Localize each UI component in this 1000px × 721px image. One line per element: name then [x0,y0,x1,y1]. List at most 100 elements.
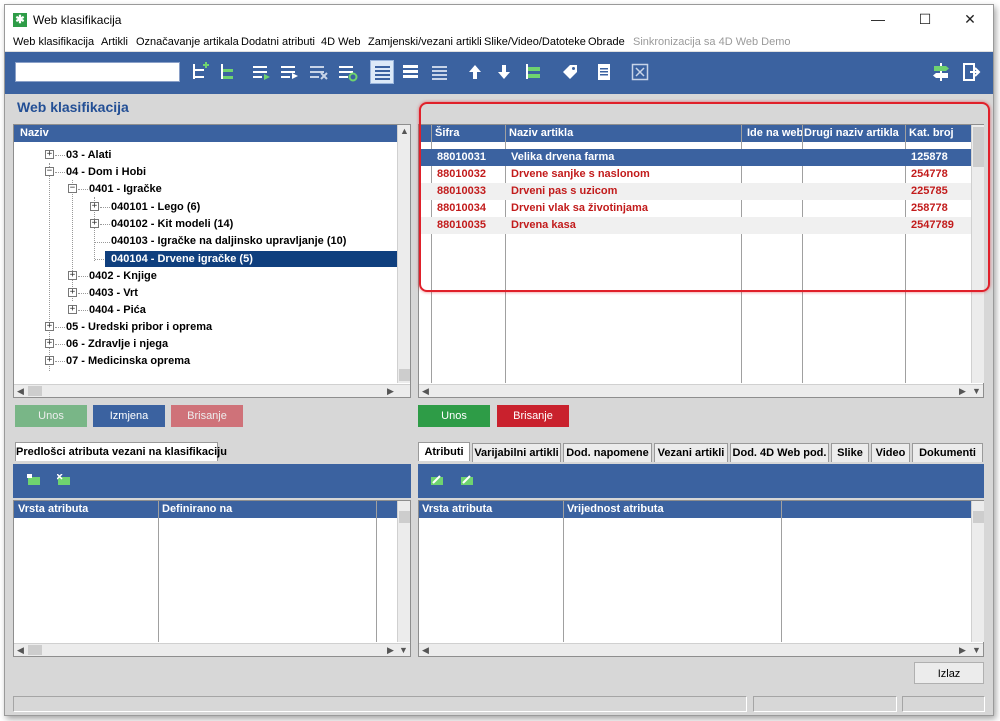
tab-varijabilni-artikli[interactable]: Varijabilni artikli [472,443,561,462]
document-icon[interactable] [592,60,616,84]
expand-toggle[interactable]: + [90,219,99,228]
scroll-right-icon[interactable]: ▶ [956,385,969,398]
scroll-left-icon[interactable]: ◀ [419,644,432,657]
tab-predlosci-atributa[interactable]: Predlošci atributa vezani na klasifikaci… [15,442,227,461]
edit-attribute-icon[interactable] [430,474,444,486]
tree-node[interactable]: 0404 - Pića [89,302,146,318]
tree-node[interactable]: 07 - Medicinska oprema [66,353,190,369]
column-header-vrsta-atributa[interactable]: Vrsta atributa [18,501,88,518]
menu-oznacavanje-artikala[interactable]: Označavanje artikala [136,36,239,48]
menu-dodatni-atributi[interactable]: Dodatni atributi [241,36,315,48]
move-all-right-icon[interactable] [278,60,302,84]
menu-obrade[interactable]: Obrade [588,36,625,48]
collapse-toggle[interactable]: − [68,184,77,193]
scroll-thumb[interactable] [399,511,410,523]
tree-horizontal-scrollbar[interactable]: ◀ ▶ [14,384,410,397]
tab-vezani-artikli[interactable]: Vezani artikli [654,443,728,462]
tree-node[interactable]: 0401 - Igračke [89,181,162,197]
scroll-left-icon[interactable]: ◀ [14,644,27,657]
templates-vertical-scrollbar[interactable] [397,501,410,642]
scroll-down-icon[interactable]: ▼ [397,644,410,657]
move-down-icon[interactable] [492,60,516,84]
expand-toggle[interactable]: + [90,202,99,211]
tree-node[interactable]: 0402 - Knjige [89,268,157,284]
search-input[interactable] [15,62,180,82]
remove-template-icon[interactable] [56,473,71,486]
menu-artikli[interactable]: Artikli [101,36,128,48]
templates-horizontal-scrollbar[interactable]: ◀ ▶ ▼ [14,643,410,656]
tree-node[interactable]: 040102 - Kit modeli (14) [111,216,233,232]
tab-dokumenti[interactable]: Dokumenti [912,443,983,462]
minimize-button[interactable]: — [855,5,901,33]
exit-button[interactable]: Izlaz [914,662,984,684]
tree-node[interactable]: 040101 - Lego (6) [111,199,200,215]
tree-node[interactable]: 040103 - Igračke na daljinsko upravljanj… [111,233,346,249]
column-header-definirano-na[interactable]: Definirano na [162,501,232,518]
remove-icon[interactable] [307,60,331,84]
add-article-button[interactable]: Unos [418,405,490,427]
tree-node[interactable]: 04 - Dom i Hobi [66,164,146,180]
cancel-box-icon[interactable] [628,60,652,84]
scroll-down-icon[interactable]: ▼ [970,644,983,657]
expand-toggle[interactable]: + [45,356,54,365]
expand-toggle[interactable]: + [45,339,54,348]
add-template-icon[interactable] [27,474,41,486]
tab-slike[interactable]: Slike [831,443,869,462]
move-right-icon[interactable] [250,60,274,84]
maximize-button[interactable]: ☐ [902,5,948,33]
tree-node[interactable]: 05 - Uredski pribor i oprema [66,319,212,335]
delete-article-button[interactable]: Brisanje [497,405,569,427]
menu-web-klasifikacija[interactable]: Web klasifikacija [13,36,94,48]
scroll-right-icon[interactable]: ▶ [384,385,397,398]
expand-toggle[interactable]: + [68,271,77,280]
expand-toggle[interactable]: + [68,288,77,297]
tree-node[interactable]: 03 - Alati [66,147,111,163]
column-header-vrsta-atributa[interactable]: Vrsta atributa [422,501,492,518]
tab-atributi[interactable]: Atributi [418,442,470,461]
expand-toggle[interactable]: + [45,150,54,159]
scroll-thumb[interactable] [973,511,984,523]
scroll-thumb[interactable] [28,645,42,655]
tree-node[interactable]: 06 - Zdravlje i njega [66,336,168,352]
detail-view-icon[interactable] [399,60,423,84]
hierarchy-icon[interactable] [522,60,546,84]
attributes-horizontal-scrollbar[interactable]: ◀ ▶ ▼ [419,643,983,656]
grid-horizontal-scrollbar[interactable]: ◀ ▶ ▼ [419,384,983,397]
menu-4d-web[interactable]: 4D Web [321,36,361,48]
edit-button[interactable]: Izmjena [93,405,165,427]
collapse-toggle[interactable]: − [45,167,54,176]
add-button[interactable]: Unos [15,405,87,427]
tab-dod-napomene[interactable]: Dod. napomene [563,443,652,462]
scroll-right-icon[interactable]: ▶ [956,644,969,657]
scroll-thumb[interactable] [28,386,42,396]
tree-vertical-scrollbar[interactable]: ▲ [397,125,410,383]
scroll-left-icon[interactable]: ◀ [14,385,27,398]
list-view-icon[interactable] [370,60,394,84]
close-button[interactable]: ✕ [947,5,993,33]
menu-zamjenski-vezani[interactable]: Zamjenski/vezani artikli [368,36,482,48]
scroll-left-icon[interactable]: ◀ [419,385,432,398]
move-up-icon[interactable] [463,60,487,84]
tree-node[interactable]: 0403 - Vrt [89,285,138,301]
expand-toggle[interactable]: + [45,322,54,331]
scroll-down-icon[interactable]: ▼ [970,385,983,398]
compact-view-icon[interactable] [428,60,452,84]
tree-header[interactable]: Naziv [14,125,397,142]
signpost-icon[interactable] [929,60,953,84]
exit-icon[interactable] [960,60,984,84]
attributes-vertical-scrollbar[interactable] [971,501,984,642]
scroll-thumb[interactable] [399,369,410,381]
tab-dod-4d-web-pod[interactable]: Dod. 4D Web pod. [730,443,829,462]
column-header-vrijednost-atributa[interactable]: Vrijednost atributa [567,501,664,518]
tree-node-selected[interactable]: 040104 - Drvene igračke (5) [105,251,401,267]
tag-icon[interactable] [558,60,582,84]
scroll-right-icon[interactable]: ▶ [384,644,397,657]
tree-structure-icon[interactable] [216,60,240,84]
add-child-icon[interactable] [188,60,212,84]
tab-video[interactable]: Video [871,443,910,462]
refresh-list-icon[interactable] [336,60,360,84]
scroll-up-icon[interactable]: ▲ [398,125,411,138]
delete-button[interactable]: Brisanje [171,405,243,427]
expand-toggle[interactable]: + [68,305,77,314]
edit-attribute-alt-icon[interactable] [460,474,474,486]
